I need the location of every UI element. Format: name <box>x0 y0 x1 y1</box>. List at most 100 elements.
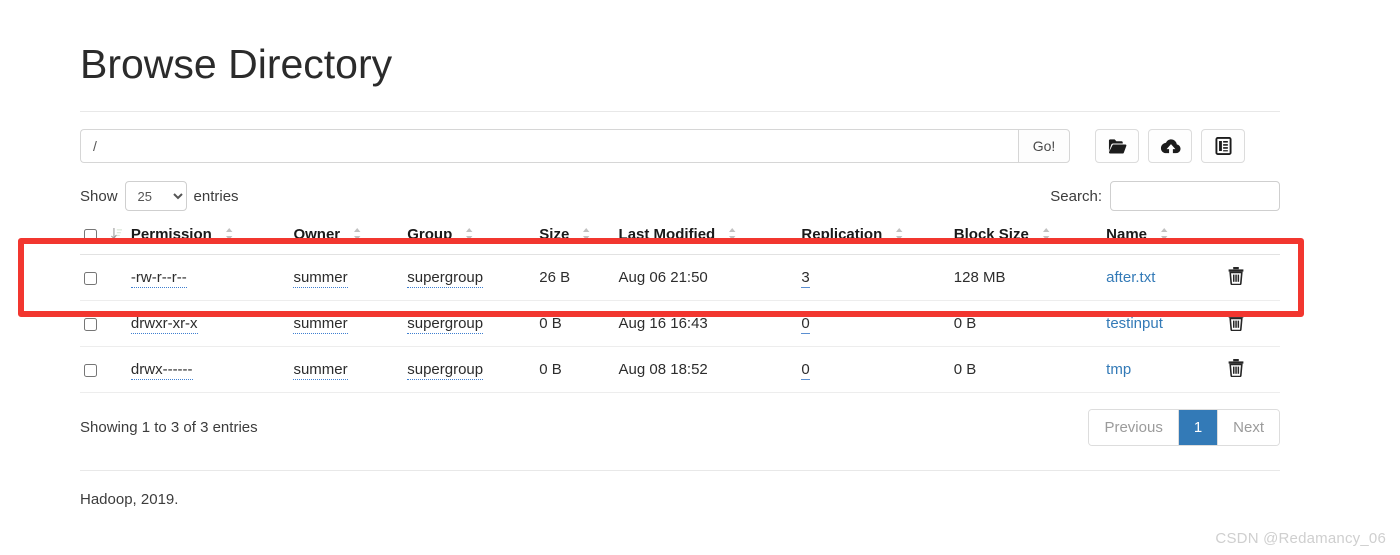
column-header-owner[interactable]: Owner <box>289 220 404 255</box>
size-value: 26 B <box>539 269 571 287</box>
cell-group: supergroup <box>403 254 536 301</box>
replication-value[interactable]: 3 <box>801 269 810 289</box>
column-header-block-size[interactable]: Block Size <box>949 220 1103 255</box>
delete-button[interactable] <box>1228 358 1244 380</box>
cell-actions <box>1224 300 1280 347</box>
row-select-cell[interactable] <box>80 300 127 347</box>
column-header-last-modified[interactable]: Last Modified <box>614 220 798 255</box>
select-all-checkbox[interactable] <box>84 228 97 242</box>
search-label: Search: <box>1050 187 1102 205</box>
pagination-next[interactable]: Next <box>1218 409 1279 445</box>
column-header-select-all[interactable] <box>80 220 127 255</box>
cell-group: supergroup <box>403 346 536 393</box>
column-header-name[interactable]: Name <box>1102 220 1225 255</box>
group-value[interactable]: supergroup <box>407 269 484 289</box>
sort-icon <box>111 227 123 244</box>
page-container: Browse Directory Go! <box>80 0 1280 508</box>
directory-table: Permission Owner Group Size Last Modifie… <box>80 220 1280 393</box>
replication-value[interactable]: 0 <box>801 315 810 335</box>
cell-last-modified: Aug 08 18:52 <box>614 346 798 393</box>
size-value: 0 B <box>539 315 562 333</box>
column-header-size[interactable]: Size <box>535 220 615 255</box>
replication-value[interactable]: 0 <box>801 361 810 381</box>
row-select-cell[interactable] <box>80 254 127 301</box>
path-input[interactable] <box>80 129 1018 164</box>
page-length-select[interactable]: 25 <box>124 181 187 212</box>
trash-icon <box>1228 358 1244 380</box>
sort-icon <box>225 227 237 244</box>
trash-icon <box>1228 312 1244 334</box>
column-header-group[interactable]: Group <box>403 220 536 255</box>
cell-replication: 3 <box>797 254 950 301</box>
sort-icon <box>896 227 907 244</box>
entries-label: entries <box>193 187 239 205</box>
row-checkbox[interactable] <box>84 363 97 377</box>
entries-info: Showing 1 to 3 of 3 entries <box>80 418 258 436</box>
column-header-permission[interactable]: Permission <box>126 220 290 255</box>
table-head: Permission Owner Group Size Last Modifie… <box>80 220 1280 255</box>
permission-value[interactable]: -rw-r--r-- <box>130 269 187 289</box>
owner-value[interactable]: summer <box>293 315 348 335</box>
cell-owner: summer <box>289 300 404 347</box>
column-label: Owner <box>293 226 341 244</box>
browse-directory-page: Browse Directory Go! <box>0 0 1400 555</box>
column-label: Last Modified <box>618 226 716 244</box>
permission-value[interactable]: drwxr-xr-x <box>130 315 198 335</box>
table-footer: Showing 1 to 3 of 3 entries Previous 1 N… <box>80 408 1280 446</box>
pagination-previous[interactable]: Previous <box>1089 409 1179 445</box>
owner-value[interactable]: summer <box>293 269 348 289</box>
cell-size: 26 B <box>535 254 615 301</box>
last-modified-value: Aug 06 21:50 <box>618 269 708 287</box>
table-row: drwx------ summer supergroup 0 B Aug 08 18:5… <box>80 346 1280 393</box>
cut-paste-button[interactable] <box>1201 129 1245 164</box>
pagination-page-1[interactable]: 1 <box>1178 409 1219 445</box>
row-checkbox[interactable] <box>84 271 97 285</box>
pagination: Previous 1 Next <box>1088 408 1280 446</box>
file-name-link[interactable]: testinput <box>1106 315 1163 332</box>
block-size-value: 0 B <box>953 361 977 379</box>
search-input[interactable] <box>1110 181 1280 212</box>
go-button[interactable]: Go! <box>1018 129 1070 164</box>
table-controls: Show 25 entries Search: <box>80 181 1280 212</box>
group-value[interactable]: supergroup <box>407 361 484 381</box>
column-header-replication[interactable]: Replication <box>797 220 950 255</box>
column-label: Name <box>1106 226 1148 244</box>
cell-last-modified: Aug 16 16:43 <box>614 300 798 347</box>
column-label: Block Size <box>953 226 1029 244</box>
file-name-link[interactable]: tmp <box>1106 361 1131 378</box>
file-name-link[interactable]: after.txt <box>1106 269 1155 286</box>
trash-icon <box>1228 266 1244 288</box>
create-directory-button[interactable] <box>1095 129 1139 164</box>
page-title: Browse Directory <box>80 41 393 87</box>
cell-block-size: 0 B <box>949 346 1103 393</box>
upload-files-button[interactable] <box>1148 129 1192 164</box>
cell-name: after.txt <box>1102 254 1225 301</box>
cell-permission: -rw-r--r-- <box>126 254 290 301</box>
table-row: drwxr-xr-x summer supergroup 0 B Aug 16 16:4… <box>80 300 1280 347</box>
cell-permission: drwx------ <box>126 346 290 393</box>
permission-value[interactable]: drwx------ <box>130 361 193 381</box>
cell-name: testinput <box>1102 300 1225 347</box>
row-select-cell[interactable] <box>80 346 127 393</box>
cell-name: tmp <box>1102 346 1225 393</box>
show-label: Show <box>80 187 118 205</box>
last-modified-value: Aug 08 18:52 <box>618 361 708 379</box>
cell-replication: 0 <box>797 300 950 347</box>
folder-open-icon <box>1108 138 1127 155</box>
delete-button[interactable] <box>1228 312 1244 334</box>
sort-icon <box>466 227 477 244</box>
cell-permission: drwxr-xr-x <box>126 300 290 347</box>
owner-value[interactable]: summer <box>293 361 348 381</box>
last-modified-value: Aug 16 16:43 <box>618 315 708 333</box>
group-value[interactable]: supergroup <box>407 315 484 335</box>
cell-size: 0 B <box>535 300 615 347</box>
path-toolbar: Go! <box>80 129 1280 164</box>
delete-button[interactable] <box>1228 266 1244 288</box>
row-checkbox[interactable] <box>84 317 97 331</box>
watermark: CSDN @Redamancy_06 <box>1215 530 1386 547</box>
column-label: Size <box>539 226 570 244</box>
cell-actions <box>1224 254 1280 301</box>
cell-block-size: 128 MB <box>949 254 1103 301</box>
cloud-upload-icon <box>1160 138 1181 155</box>
footer-divider <box>80 469 1280 471</box>
